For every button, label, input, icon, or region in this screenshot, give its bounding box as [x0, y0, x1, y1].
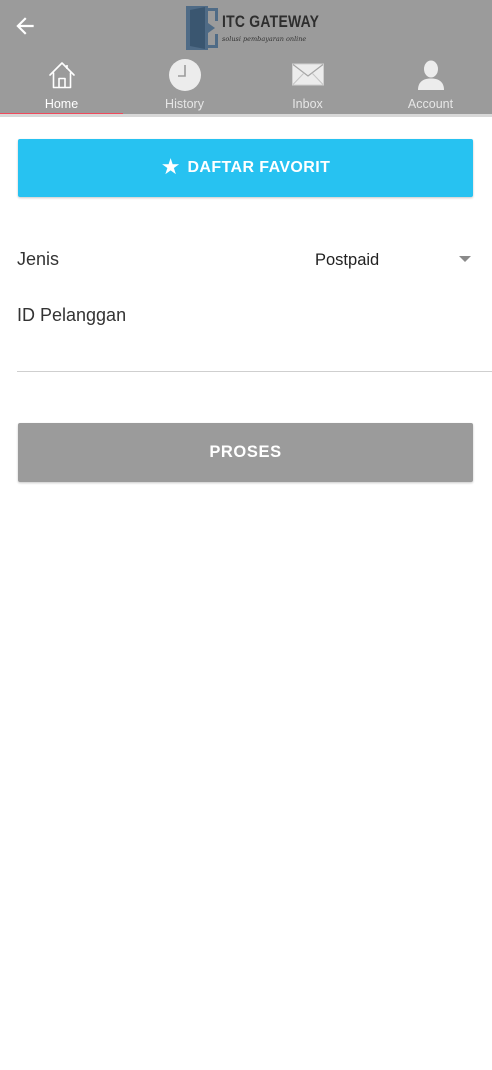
main-tabs: Home History Inbox Account [0, 56, 492, 116]
jenis-label: Jenis [17, 249, 60, 269]
home-icon [48, 62, 75, 89]
tab-account[interactable]: Account [369, 56, 492, 116]
arrow-left-icon [16, 17, 34, 35]
app-logo: ITC GATEWAY solusi pembayaran online [184, 4, 319, 52]
tab-home[interactable]: Home [0, 56, 123, 116]
tab-inbox-label: Inbox [292, 97, 323, 111]
clock-icon [168, 59, 201, 91]
app-bar-divider [0, 114, 492, 117]
logo-title: ITC GATEWAY [222, 12, 320, 31]
star-icon: ★ [160, 155, 181, 180]
logo-tagline: solusi pembayaran online [222, 35, 307, 43]
person-icon [417, 60, 444, 90]
tab-home-label: Home [44, 97, 79, 111]
jenis-select[interactable]: Postpaid [300, 242, 480, 278]
app-bar: ITC GATEWAY solusi pembayaran online Hom… [0, 0, 492, 116]
jenis-selected-value: Postpaid [315, 251, 380, 269]
favorites-button-label: DAFTAR FAVORIT [187, 159, 331, 176]
tab-history[interactable]: History [123, 56, 246, 116]
proses-button[interactable]: PROSES [18, 423, 473, 482]
favorites-button[interactable]: ★ DAFTAR FAVORIT [18, 139, 473, 197]
tab-account-label: Account [407, 97, 454, 111]
tab-inbox[interactable]: Inbox [246, 56, 369, 116]
door-logo-icon [186, 6, 218, 50]
back-button[interactable] [8, 8, 42, 44]
tab-history-label: History [165, 97, 204, 111]
envelope-icon [291, 63, 324, 86]
id-pelanggan-input[interactable] [17, 334, 492, 372]
id-pelanggan-label: ID Pelanggan [17, 305, 127, 325]
proses-button-label: PROSES [209, 443, 282, 461]
dropdown-caret-icon [459, 256, 471, 262]
